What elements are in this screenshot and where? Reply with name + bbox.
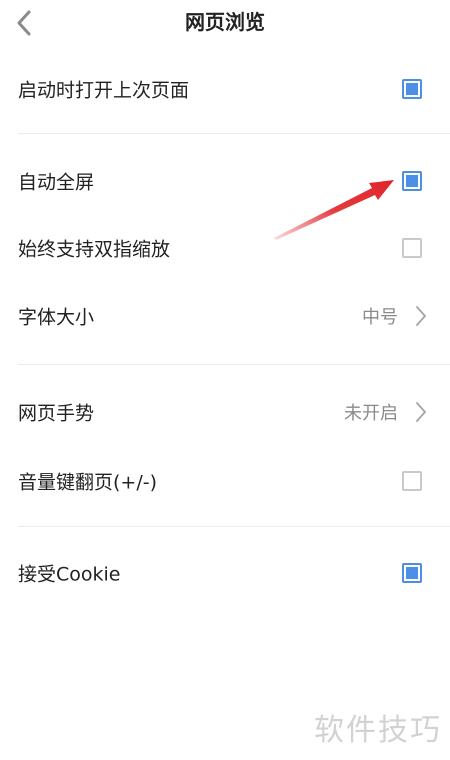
pinch-zoom-checkbox[interactable] [402, 238, 422, 258]
setting-row-volume-key-page[interactable]: 音量键翻页(+/-) [0, 453, 450, 509]
setting-label: 始终支持双指缩放 [18, 238, 171, 261]
setting-label: 启动时打开上次页面 [18, 79, 190, 102]
web-gestures-value: 未开启 [344, 403, 398, 424]
auto-fullscreen-checkbox[interactable] [402, 171, 422, 191]
setting-label: 字体大小 [18, 306, 95, 329]
font-size-value: 中号 [362, 307, 398, 328]
setting-row-pinch-zoom[interactable]: 始终支持双指缩放 [0, 220, 450, 276]
volume-key-page-checkbox[interactable] [402, 471, 422, 491]
setting-label: 接受Cookie [18, 563, 121, 586]
setting-row-web-gestures[interactable]: 网页手势 未开启 [0, 384, 450, 440]
header-bar: 网页浏览 [0, 0, 450, 44]
setting-row-accept-cookie[interactable]: 接受Cookie [0, 545, 450, 601]
section-divider [18, 364, 450, 365]
setting-label: 音量键翻页(+/-) [18, 471, 158, 494]
open-last-page-checkbox[interactable] [402, 79, 422, 99]
setting-row-auto-fullscreen[interactable]: 自动全屏 [0, 153, 450, 209]
chevron-right-icon [416, 402, 426, 422]
section-divider [18, 133, 450, 134]
setting-row-open-last-page[interactable]: 启动时打开上次页面 [0, 61, 450, 117]
watermark-text: 软件技巧 [314, 713, 442, 748]
setting-label: 网页手势 [18, 402, 95, 425]
page-title: 网页浏览 [185, 10, 265, 34]
setting-label: 自动全屏 [18, 171, 95, 194]
setting-row-font-size[interactable]: 字体大小 中号 [0, 288, 450, 344]
chevron-right-icon [416, 306, 426, 326]
accept-cookie-checkbox[interactable] [402, 563, 422, 583]
section-divider [18, 526, 450, 527]
